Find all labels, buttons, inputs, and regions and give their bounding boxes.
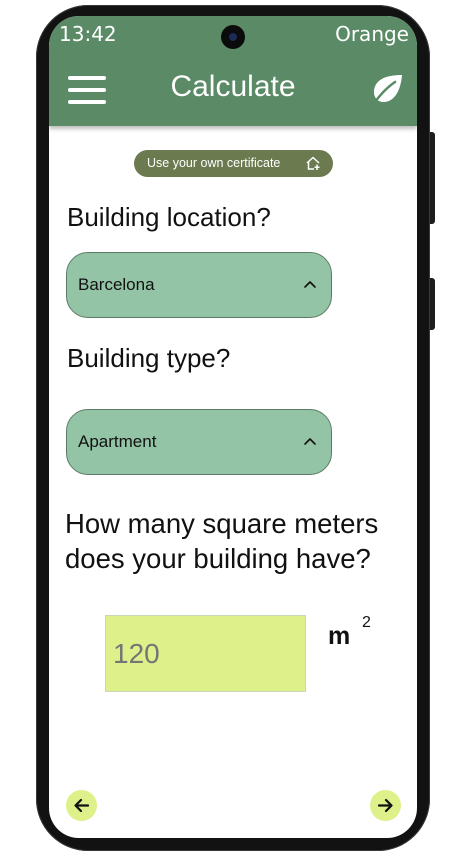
use-own-certificate-button[interactable]: Use your own certificate xyxy=(134,150,333,177)
unit-exponent: 2 xyxy=(362,614,371,631)
status-carrier: Orange xyxy=(335,22,409,46)
page-title: Calculate xyxy=(170,70,296,103)
power-button xyxy=(430,278,435,330)
status-time: 13:42 xyxy=(59,22,117,46)
volume-button xyxy=(430,132,435,224)
building-type-value: Apartment xyxy=(78,432,157,451)
square-meters-input[interactable] xyxy=(105,615,306,692)
building-type-dropdown[interactable]: Apartment xyxy=(66,409,332,475)
location-value: Barcelona xyxy=(78,275,155,294)
arrow-right-icon xyxy=(377,798,393,813)
next-button[interactable] xyxy=(370,790,401,821)
front-camera xyxy=(221,25,245,49)
unit-label: m xyxy=(328,622,351,650)
home-plus-icon xyxy=(306,156,320,170)
app-bar: Calculate xyxy=(49,54,417,126)
chevron-up-icon xyxy=(304,438,316,445)
app-screen: 13:42 Orange Calculate Use your own cert… xyxy=(49,16,417,838)
certificate-button-label: Use your own certificate xyxy=(147,156,281,170)
leaf-icon[interactable] xyxy=(369,72,405,108)
chevron-up-icon xyxy=(304,281,316,288)
type-question: Building type? xyxy=(67,343,231,373)
arrow-left-icon xyxy=(74,798,90,813)
back-button[interactable] xyxy=(66,790,97,821)
location-question: Building location? xyxy=(67,202,271,232)
status-bar: 13:42 Orange xyxy=(49,16,417,54)
area-question: How many square meters does your buildin… xyxy=(65,508,379,574)
location-dropdown[interactable]: Barcelona xyxy=(66,252,332,318)
